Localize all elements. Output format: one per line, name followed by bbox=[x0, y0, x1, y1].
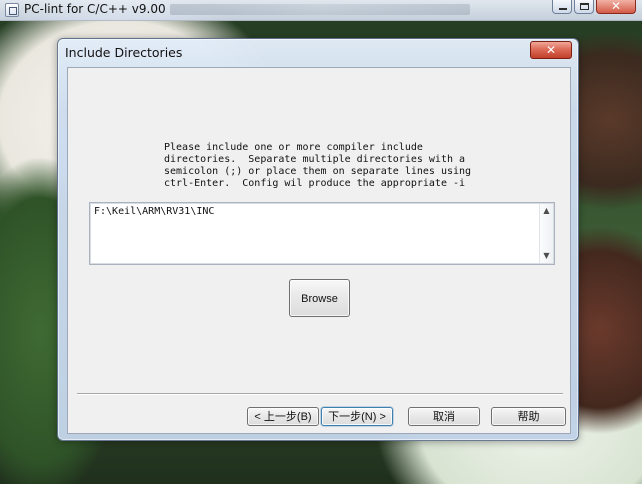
cancel-button[interactable]: 取消 bbox=[408, 407, 480, 426]
divider-line bbox=[77, 393, 563, 395]
back-button[interactable]: < 上一步(B) bbox=[247, 407, 319, 426]
browse-button[interactable]: Browse bbox=[289, 279, 350, 317]
minimize-button[interactable] bbox=[552, 0, 572, 14]
help-button[interactable]: 帮助 bbox=[491, 407, 566, 426]
window-controls bbox=[552, 0, 636, 16]
dialog-close-button[interactable]: ✕ bbox=[530, 41, 572, 59]
background-titlebar: PC-lint for C/C++ v9.00 bbox=[0, 0, 642, 21]
next-button[interactable]: 下一步(N) > bbox=[321, 407, 393, 426]
scroll-up-icon[interactable]: ▲ bbox=[540, 204, 553, 218]
close-button[interactable] bbox=[596, 0, 636, 14]
maximize-button[interactable] bbox=[574, 0, 594, 14]
textarea-scrollbar[interactable]: ▲ ▼ bbox=[539, 204, 553, 263]
include-directories-textarea[interactable]: F:\Keil\ARM\RV31\INC ▲ ▼ bbox=[89, 202, 555, 265]
close-icon: ✕ bbox=[545, 43, 557, 57]
include-directories-dialog: Include Directories ✕ Please include one… bbox=[57, 38, 579, 441]
dialog-title: Include Directories bbox=[65, 45, 183, 60]
dialog-client-area: Please include one or more compiler incl… bbox=[67, 67, 571, 434]
app-icon bbox=[5, 3, 19, 17]
include-directories-value: F:\Keil\ARM\RV31\INC bbox=[94, 206, 215, 217]
background-window-title: PC-lint for C/C++ v9.00 bbox=[24, 2, 166, 16]
instructions-text: Please include one or more compiler incl… bbox=[164, 142, 472, 189]
scroll-down-icon[interactable]: ▼ bbox=[540, 249, 553, 263]
blurred-title-text bbox=[170, 4, 470, 15]
